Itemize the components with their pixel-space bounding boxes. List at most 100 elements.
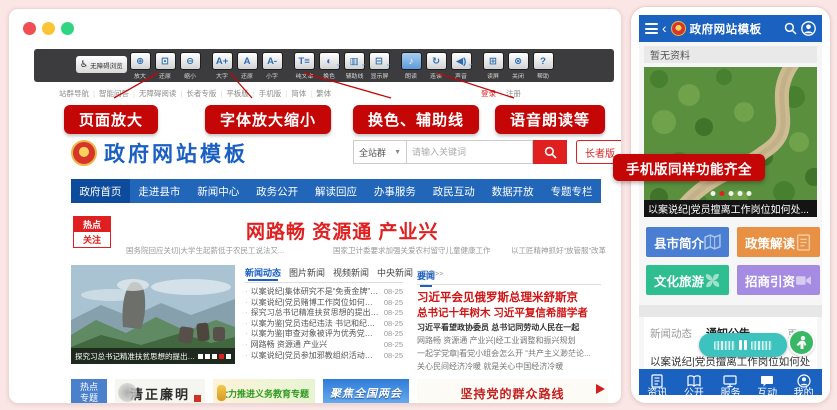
maximize-window-button[interactable] — [61, 22, 74, 35]
nav-interpretation[interactable]: 解读回应 — [307, 179, 366, 203]
carousel-dot[interactable] — [728, 191, 733, 196]
utility-link[interactable]: 繁体 — [306, 88, 331, 99]
hot-sublink[interactable]: 以工匠精神抓好“放管服”改革 — [511, 245, 606, 256]
news-list-item[interactable]: · 以案说纪|党员赌博工作岗位如何处分? 08-25 — [245, 298, 403, 309]
search-button[interactable] — [533, 140, 567, 164]
bottom-nav-services[interactable]: 服务 — [712, 369, 749, 395]
news-list-item[interactable]: · 以案为鉴|党员违纪违法 书记和纪委如何问责 08-25 — [245, 319, 403, 330]
voice[interactable]: ◀)▾ 声音 — [450, 52, 473, 82]
nav-special[interactable]: 专题专栏 — [542, 179, 601, 203]
nav-services[interactable]: 办事服务 — [365, 179, 424, 203]
carousel-dot[interactable] — [710, 191, 715, 196]
tile-county-intro[interactable]: 县市简介 — [646, 227, 729, 257]
headline-news-item[interactable]: 总书记十年树木 习近平复信希腊学者 — [417, 306, 601, 321]
hot-sublink[interactable]: 国务院回应关切|大学生起薪低于农民工说法又... — [126, 245, 284, 256]
banner-mass-line[interactable]: 坚持党的群众路线 — [417, 379, 608, 404]
back-chevron-icon[interactable]: ‹ — [662, 21, 667, 35]
nav-interaction[interactable]: 政民互动 — [424, 179, 483, 203]
close[interactable]: ⊗ 关闭 — [507, 52, 530, 82]
carousel-dot[interactable] — [205, 354, 210, 359]
carousel-dot[interactable] — [219, 354, 224, 359]
read-aloud[interactable]: ♪ 朗读 — [400, 52, 423, 82]
banner-education[interactable]: 大力推进义务教育专题 — [213, 379, 315, 404]
utility-link[interactable]: 手机版 — [249, 88, 281, 99]
utility-link[interactable]: 平板版 — [216, 88, 248, 99]
register-link[interactable]: 注册 — [506, 88, 521, 99]
nav-county[interactable]: 走进县市 — [130, 179, 189, 203]
search-scope-select[interactable]: 全站群 ▼ — [353, 140, 407, 164]
bottom-nav-interaction[interactable]: 互动 — [749, 369, 786, 395]
headline-news-item[interactable]: 一起学党章|看党小组会怎么开 “共产主义渺茫论... — [417, 347, 601, 360]
continuous-read[interactable]: ↻ 连读 — [425, 52, 448, 82]
headline-news-item[interactable]: 习近平会见俄罗斯总理米舒斯京 — [417, 290, 601, 306]
search-icon[interactable] — [784, 22, 797, 35]
hamburger-menu-icon[interactable] — [645, 23, 658, 34]
news-list-item[interactable]: · 以案为鉴|审查对象被评为优秀党员 镇党委5人被问责 08-25 — [245, 329, 403, 340]
tab-news[interactable]: 新闻动态 — [650, 326, 692, 341]
close-window-button[interactable] — [23, 22, 36, 35]
carousel-dot[interactable] — [719, 191, 724, 196]
tile-policy[interactable]: 政策解读 — [737, 227, 820, 257]
banner-integrity[interactable]: 清正廉明 — [115, 379, 205, 404]
help[interactable]: ? 帮助 — [532, 52, 555, 82]
user-icon[interactable] — [801, 21, 816, 36]
bottom-nav-profile[interactable]: 我的 — [785, 369, 822, 395]
nav-gov-affairs[interactable]: 政务公开 — [248, 179, 307, 203]
guide-line[interactable]: ▥▾ 辅助线 — [343, 52, 366, 82]
zoom-out[interactable]: ⊖ 缩小 — [179, 52, 202, 82]
screen-reader[interactable]: ⊞ 读屏 — [482, 52, 505, 82]
news-list-item[interactable]: · 探究习总书记精准扶贫思想的提出与理论基础 08-25 — [245, 308, 403, 319]
headline-news-item[interactable]: 网路畅 资源通 产业兴|经工业调整和振兴规划 — [417, 334, 601, 347]
site-logo[interactable]: ★ 政府网站模板 — [71, 138, 248, 168]
font-larger[interactable]: A+ 大字 — [211, 52, 234, 82]
plain-text[interactable]: T≡ 纯文本 — [293, 52, 316, 82]
utility-link[interactable]: 无障碍阅读 — [129, 88, 176, 99]
utility-link[interactable]: 简体 — [281, 88, 306, 99]
nav-news[interactable]: 新闻中心 — [189, 179, 248, 203]
photo-carousel[interactable]: 探究习总书记精准扶贫思想的提出与理论基础 — [71, 265, 235, 364]
news-tab[interactable]: 新闻动态 — [245, 266, 281, 279]
audio-player[interactable] — [699, 333, 787, 357]
news-tab[interactable]: 图片新闻 — [289, 266, 325, 279]
news-list-item[interactable]: · 以案说纪|集体研究不是“免责金牌” 违规发放津贴被... 08-25 — [245, 287, 403, 298]
banner-two-sessions[interactable]: 聚焦全国两会 — [323, 379, 409, 404]
carousel-dot[interactable] — [198, 354, 203, 359]
headline-news-item[interactable]: 关心民间经济冷暖 就是关心中国经济冷暖 — [417, 360, 601, 373]
phone-carousel[interactable]: 以案说纪|党员擅离工作岗位如何处... — [644, 67, 817, 217]
hot-headline-link[interactable]: 网路畅 资源通 产业兴 — [246, 217, 439, 244]
login-link[interactable]: 登录 — [481, 88, 496, 99]
phone-carousel-caption: 以案说纪|党员擅离工作岗位如何处... — [644, 200, 817, 217]
carousel-caption[interactable]: 探究习总书记精准扶贫思想的提出与理论基础 — [75, 351, 195, 362]
nav-open-data[interactable]: 数据开放 — [483, 179, 542, 203]
news-tab[interactable]: 中央新闻 — [377, 266, 413, 279]
utility-link[interactable]: 站群导航 — [59, 88, 89, 99]
font-smaller[interactable]: A- 小字 — [261, 52, 284, 82]
zoom-in[interactable]: ⊕ 放大 — [129, 52, 152, 82]
carousel-dot[interactable] — [226, 354, 231, 359]
bottom-nav-news[interactable]: 资讯 — [639, 369, 676, 395]
bottom-nav-disclosure[interactable]: 公开 — [676, 369, 713, 395]
headline-news-tab[interactable]: 要闻 — [417, 269, 435, 285]
minimize-window-button[interactable] — [42, 22, 55, 35]
utility-link[interactable]: 长者专版 — [176, 88, 216, 99]
display-screen[interactable]: ⊟▾ 显示屏 — [368, 52, 391, 82]
utility-link[interactable]: 智能问答 — [89, 88, 129, 99]
headline-news-item[interactable]: 习近平看望政协委员 总书记同劳动人民在一起 — [417, 321, 601, 334]
sign-language-button[interactable] — [788, 329, 815, 356]
tile-investment[interactable]: 招商引资 — [737, 265, 820, 295]
search-input[interactable] — [407, 140, 533, 164]
carousel-dot[interactable] — [212, 354, 217, 359]
font-reset[interactable]: A 还原 — [236, 52, 259, 82]
pause-icon[interactable] — [739, 340, 748, 350]
news-list-item[interactable]: · 以案说纪|党员参加邪教组织活动如何处分? 08-25 — [245, 351, 403, 362]
hot-sublink[interactable]: 国家卫计委要求加强关爱农村留守儿童健康工作 — [333, 245, 491, 256]
tile-culture-tourism[interactable]: 文化旅游 — [646, 265, 729, 295]
carousel-dot[interactable] — [746, 191, 751, 196]
zoom-reset[interactable]: ⊡ 还原 — [154, 52, 177, 82]
change-color[interactable]: ◐▾ 换色 — [318, 52, 341, 82]
news-list-item[interactable]: · 网路畅 资源通 产业兴 08-25 — [245, 340, 403, 351]
nav-home[interactable]: 政府首页 — [71, 179, 130, 203]
news-tab[interactable]: 视频新闻 — [333, 266, 369, 279]
carousel-dot[interactable] — [737, 191, 742, 196]
accessibility-mode-button[interactable]: ♿ 无障碍浏览 — [76, 56, 127, 73]
